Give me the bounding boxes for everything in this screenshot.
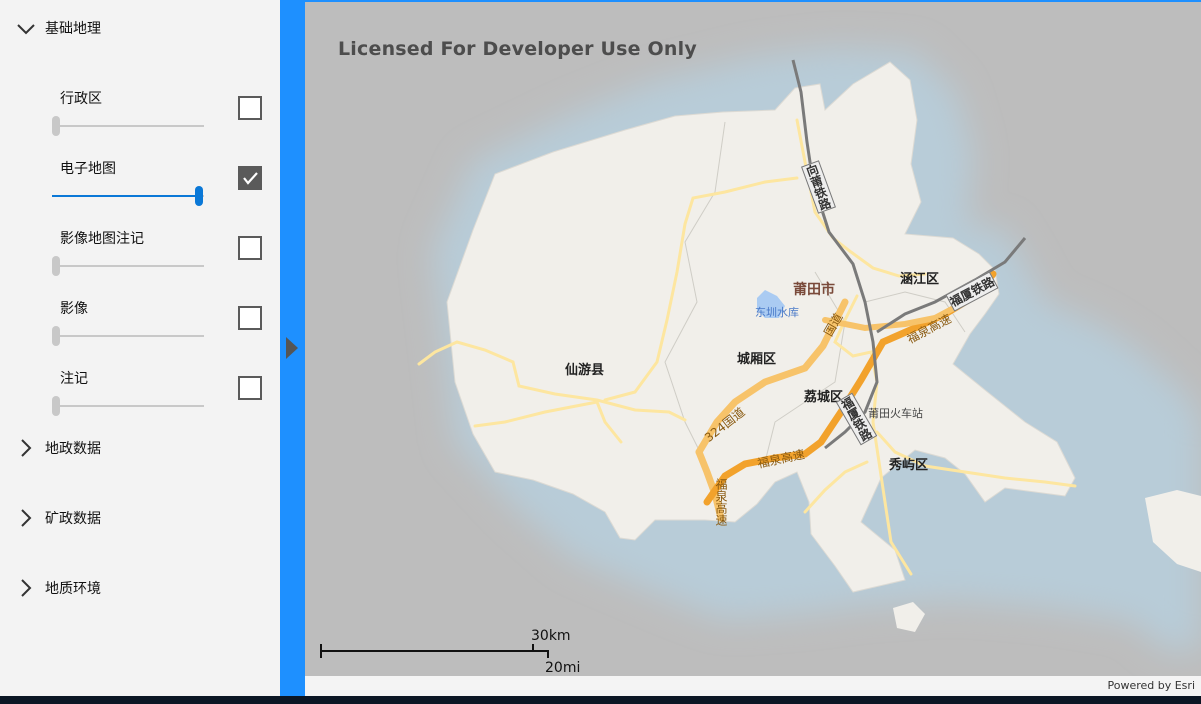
slider-thumb[interactable] bbox=[52, 326, 60, 346]
group-mining-admin[interactable]: 矿政数据 bbox=[0, 498, 280, 538]
slider-thumb[interactable] bbox=[52, 256, 60, 276]
checkbox-imagery[interactable] bbox=[238, 306, 262, 330]
layer-label-annot: 注记 bbox=[60, 371, 88, 387]
label-chengxiang: 城厢区 bbox=[737, 352, 777, 367]
checkmark-icon bbox=[243, 172, 258, 185]
group-label: 基础地理 bbox=[45, 21, 101, 37]
chevron-right-icon bbox=[21, 509, 32, 527]
label-xianyou: 仙游县 bbox=[565, 363, 605, 378]
group-basic-geo[interactable]: 基础地理 bbox=[0, 8, 280, 48]
layer-label-admin: 行政区 bbox=[60, 91, 102, 107]
esri-attribution[interactable]: Powered by Esri bbox=[1107, 679, 1195, 692]
group-geo-env[interactable]: 地质环境 bbox=[0, 568, 280, 608]
basemap bbox=[305, 2, 1201, 676]
checkbox-annot[interactable] bbox=[238, 376, 262, 400]
scale-mi: 20mi bbox=[545, 660, 581, 676]
checkbox-img-annot[interactable] bbox=[238, 236, 262, 260]
layer-label-emap: 电子地图 bbox=[60, 161, 116, 177]
layer-label-img-annot: 影像地图注记 bbox=[60, 231, 144, 247]
label-putian-station: 莆田火车站 bbox=[868, 407, 923, 420]
slider-track bbox=[52, 335, 204, 337]
layer-label-imagery: 影像 bbox=[60, 301, 88, 317]
slider-track bbox=[52, 265, 204, 267]
label-hanjiang: 涵江区 bbox=[900, 272, 940, 287]
opacity-slider-emap[interactable] bbox=[52, 186, 204, 206]
chevron-right-icon bbox=[21, 439, 32, 457]
scale-bar bbox=[320, 644, 550, 658]
group-label: 地质环境 bbox=[45, 581, 101, 597]
panel-splitter[interactable] bbox=[280, 0, 305, 696]
opacity-slider-img-annot[interactable] bbox=[52, 256, 204, 276]
group-land-admin[interactable]: 地政数据 bbox=[0, 428, 280, 468]
opacity-slider-admin[interactable] bbox=[52, 116, 204, 136]
opacity-slider-annot[interactable] bbox=[52, 396, 204, 416]
label-dongzhen-reservoir: 东圳水库 bbox=[755, 306, 799, 319]
map-view[interactable]: Licensed For Developer Use Only 莆田市 涵江区 … bbox=[305, 2, 1201, 676]
opacity-slider-imagery[interactable] bbox=[52, 326, 204, 346]
license-watermark: Licensed For Developer Use Only bbox=[338, 38, 697, 60]
slider-thumb[interactable] bbox=[52, 396, 60, 416]
group-label: 矿政数据 bbox=[45, 511, 101, 527]
chevron-right-icon bbox=[21, 579, 32, 597]
scale-km: 30km bbox=[531, 628, 571, 644]
slider-fill bbox=[52, 195, 200, 197]
label-xiuyu: 秀屿区 bbox=[889, 458, 929, 473]
taskbar-edge bbox=[0, 696, 1201, 704]
collapse-arrow-icon[interactable] bbox=[285, 336, 299, 360]
slider-track bbox=[52, 125, 204, 127]
label-putian: 莆田市 bbox=[793, 282, 835, 298]
chevron-down-icon bbox=[17, 24, 35, 35]
slider-thumb[interactable] bbox=[52, 116, 60, 136]
attribution-bar: Powered by Esri bbox=[305, 676, 1201, 696]
group-label: 地政数据 bbox=[45, 441, 101, 457]
label-fuquan-highway-3: 福泉高速 bbox=[714, 478, 728, 526]
checkbox-emap[interactable] bbox=[238, 166, 262, 190]
checkbox-admin[interactable] bbox=[238, 96, 262, 120]
slider-track bbox=[52, 405, 204, 407]
slider-thumb[interactable] bbox=[195, 186, 203, 206]
layer-panel: 基础地理 行政区 电子地图 影像地图注记 影像 注记 地政数据 矿政数据 地质环… bbox=[0, 0, 280, 696]
